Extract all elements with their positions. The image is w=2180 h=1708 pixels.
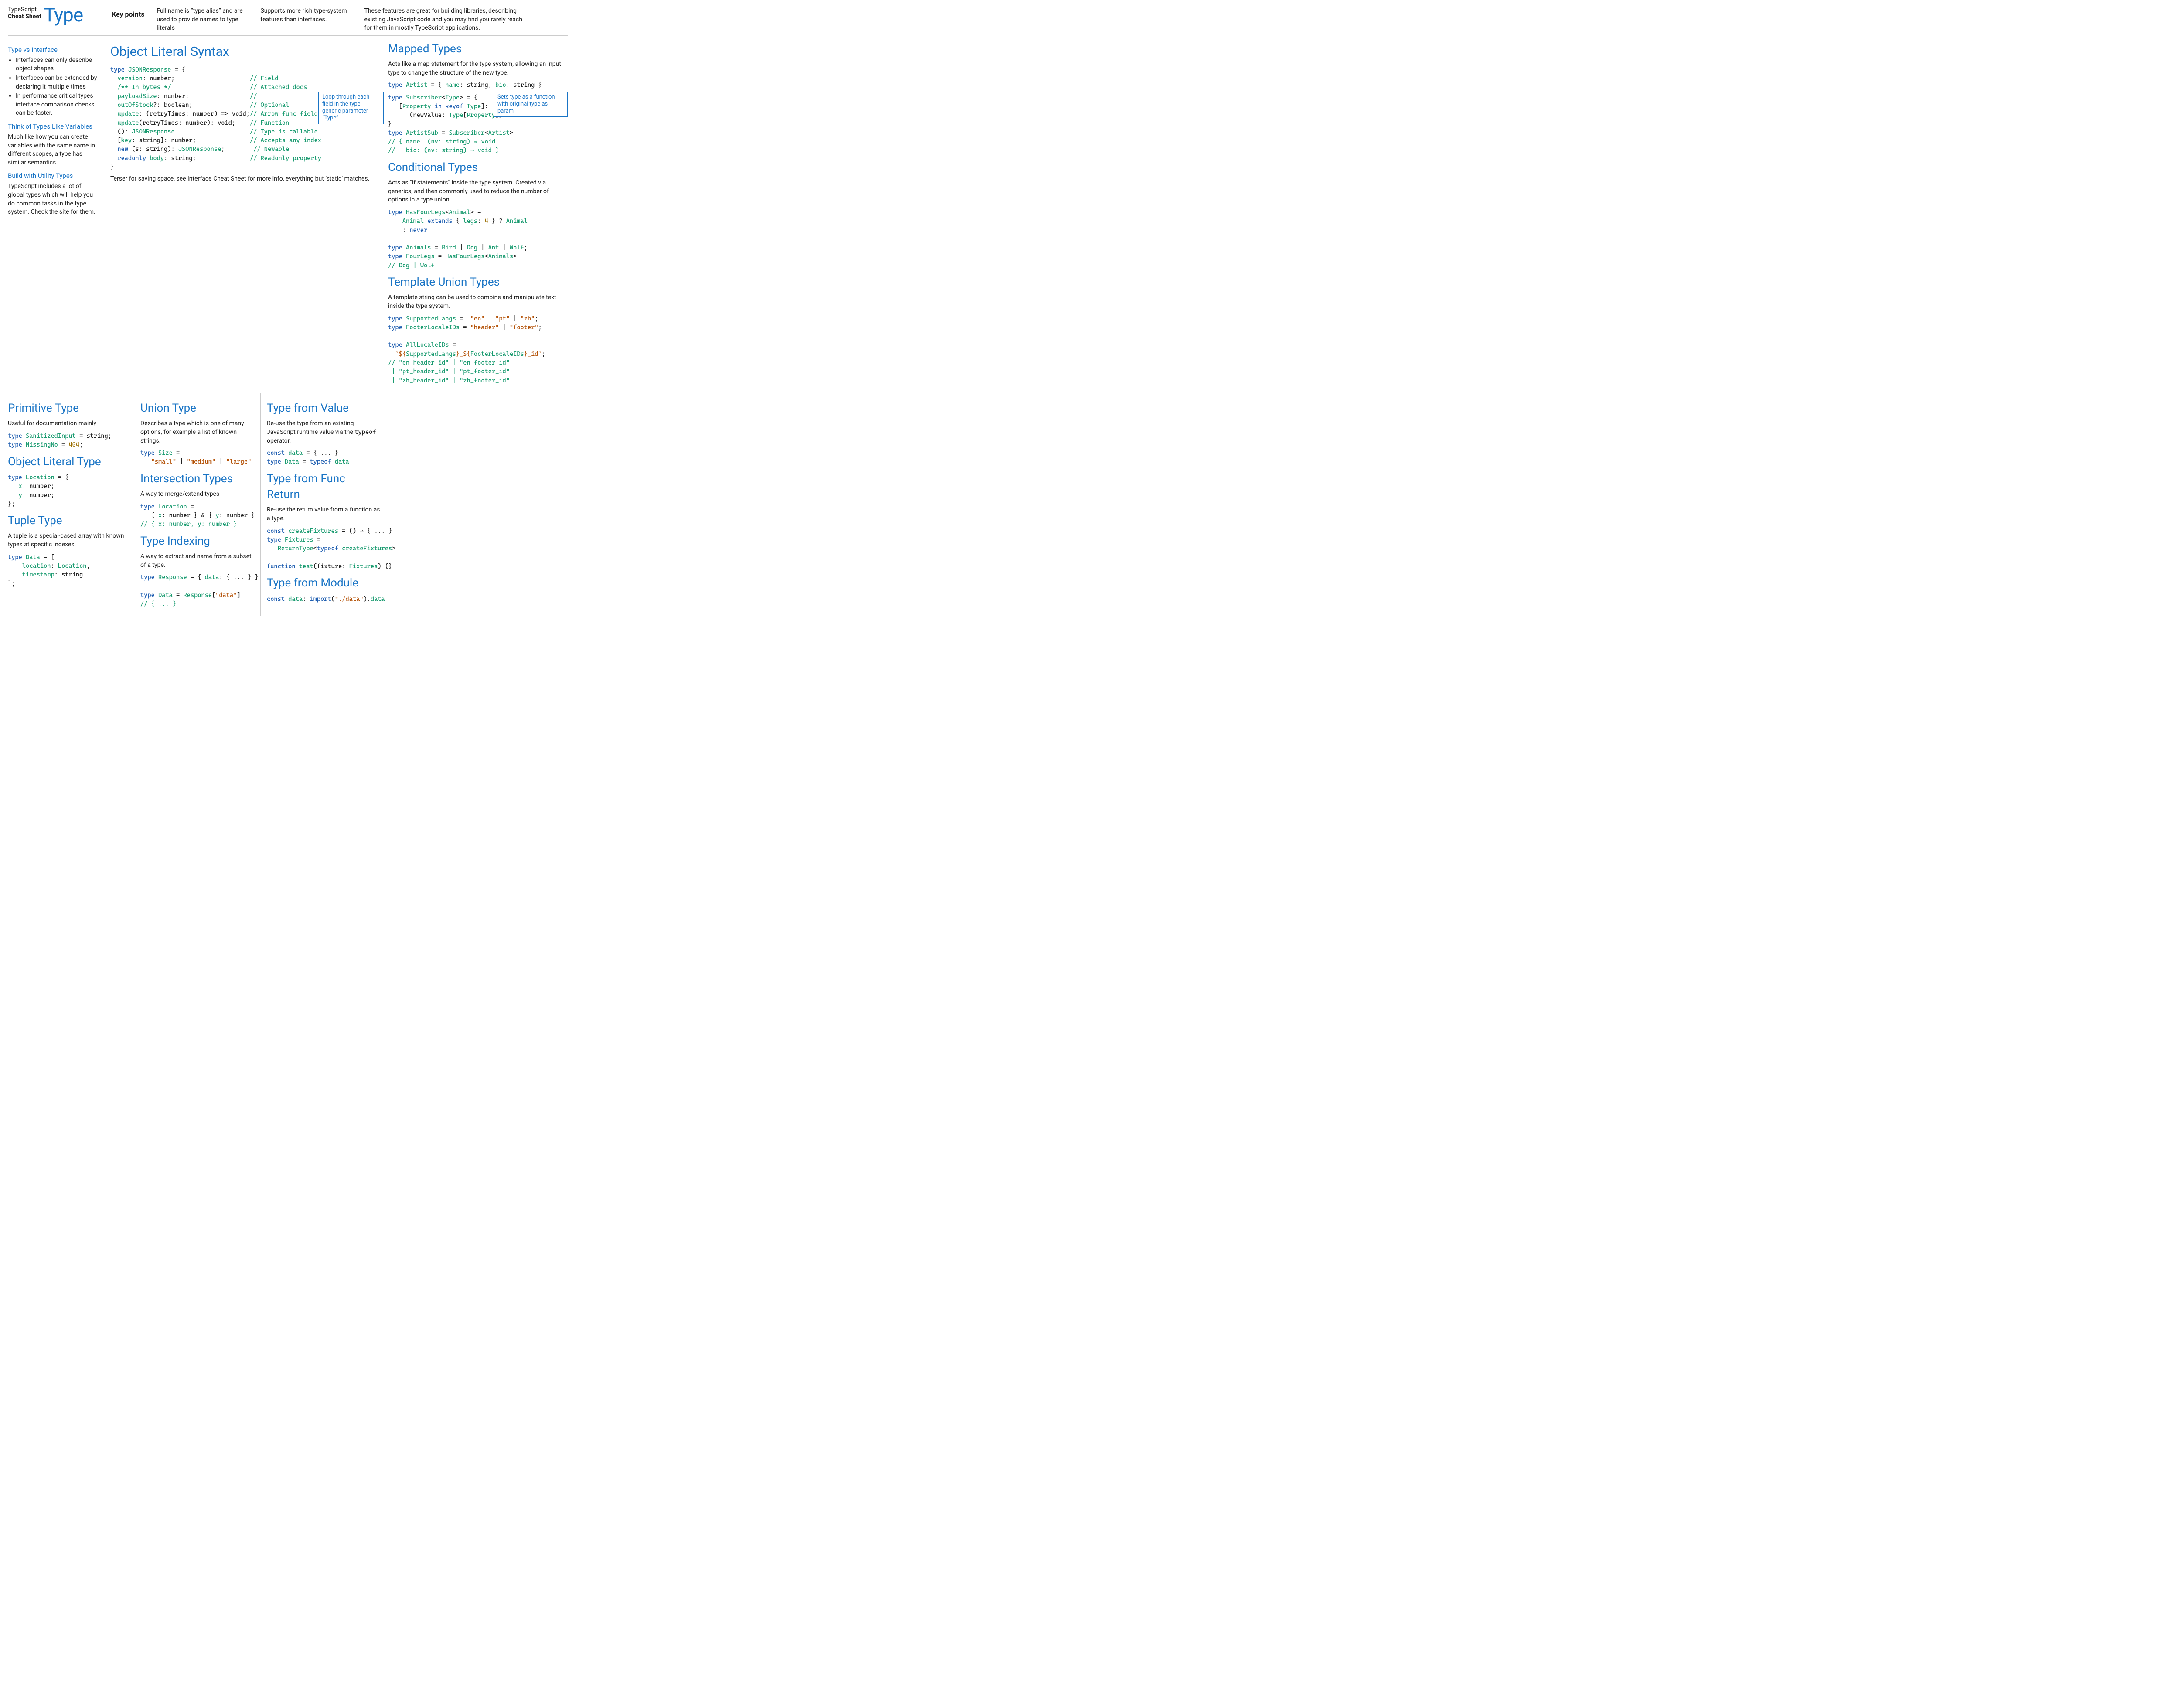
right-column: Mapped Types Acts like a map statement f… (381, 38, 568, 393)
union-column: Union Type Describes a type which is one… (134, 393, 261, 616)
object-literal-type-code: type Location = { x: number; y: number; … (8, 473, 129, 508)
type-vs-interface-title: Type vs Interface (8, 45, 98, 55)
utility-types-body: TypeScript includes a lot of global type… (8, 182, 98, 216)
intersection-types-title: Intersection Types (140, 471, 254, 487)
logo-main: Type (44, 5, 83, 24)
logo-block: TypeScript Cheat Sheet Type (8, 5, 99, 24)
conditional-types-code: type HasFourLegs<Animal> = Animal extend… (388, 208, 568, 270)
key-points-label: Key points (112, 10, 144, 19)
tuple-type-desc: A tuple is a special-cased array with kn… (8, 532, 129, 549)
intersection-types-desc: A way to merge/extend types (140, 490, 254, 499)
conditional-types-title: Conditional Types (388, 160, 568, 175)
type-from-func-return-code: const createFixtures = () ⇒ { ... } type… (267, 527, 381, 571)
artist-type-code: type Artist = { name: string, bio: strin… (388, 81, 568, 89)
type-from-func-return-desc: Re-use the return value from a function … (267, 506, 381, 523)
primitive-type-desc: Useful for documentation mainly (8, 419, 129, 428)
primitive-type-title: Primitive Type (8, 400, 129, 416)
template-union-types-title: Template Union Types (388, 274, 568, 290)
primitive-column: Primitive Type Useful for documentation … (8, 393, 134, 616)
template-union-types-code: type SupportedLangs = "en" | "pt" | "zh"… (388, 314, 568, 385)
type-from-func-return-title: Type from Func Return (267, 471, 381, 503)
object-literal-syntax-footer: Terser for saving space, see Interface C… (110, 175, 374, 184)
sidebar: Type vs Interface Interfaces can only de… (8, 38, 103, 393)
primitive-type-code: type SanitizedInput = string; type Missi… (8, 432, 129, 450)
type-from-module-code: const data: import("./data").data (267, 595, 381, 603)
types-like-variables-body: Much like how you can create variables w… (8, 133, 98, 167)
object-literal-syntax-title: Object Literal Syntax (110, 43, 374, 61)
template-union-types-desc: A template string can be used to combine… (388, 293, 568, 310)
conditional-types-desc: Acts as “if statements” inside the type … (388, 179, 568, 205)
type-vs-interface-list: Interfaces can only describe object shap… (8, 56, 98, 118)
type-indexing-title: Type Indexing (140, 533, 254, 549)
logo-subtitle: TypeScript Cheat Sheet (8, 6, 41, 20)
mapped-annotation-1: Loop through each field in the type gene… (318, 92, 384, 124)
intersection-types-code: type Location = { x: number } & { y: num… (140, 502, 254, 529)
header: TypeScript Cheat Sheet Type Key points F… (8, 3, 568, 36)
mapped-types-title: Mapped Types (388, 41, 568, 57)
tuple-type-title: Tuple Type (8, 513, 129, 528)
type-from-value-title: Type from Value (267, 400, 381, 416)
type-from-value-code: const data = { ... } type Data = typeof … (267, 449, 381, 467)
key-point-1: Full name is “type alias” and are used t… (157, 7, 248, 33)
logo-line2: Cheat Sheet (8, 13, 41, 20)
type-indexing-code: type Response = { data: { ... } } type D… (140, 573, 254, 608)
key-point-2: Supports more rich type-system features … (260, 7, 352, 24)
type-from-module-title: Type from Module (267, 575, 381, 591)
union-type-desc: Describes a type which is one of many op… (140, 419, 254, 445)
tuple-type-code: type Data = [ location: Location, timest… (8, 553, 129, 588)
type-from-value-desc: Re-use the type from an existing JavaScr… (267, 419, 381, 445)
types-like-variables-title: Think of Types Like Variables (8, 122, 98, 131)
union-type-title: Union Type (140, 400, 254, 416)
type-from-column: Type from Value Re-use the type from an … (261, 393, 387, 616)
mapped-types-desc: Acts like a map statement for the type s… (388, 60, 568, 77)
tvi-bullet-1: Interfaces can only describe object shap… (16, 56, 98, 73)
key-point-3: These features are great for building li… (364, 7, 530, 33)
logo-line1: TypeScript (8, 6, 41, 13)
mapped-annotation-2: Sets type as a function with original ty… (494, 92, 568, 117)
union-type-code: type Size = "small" | "medium" | "large" (140, 449, 254, 467)
tvi-bullet-3: In performance critical types interface … (16, 92, 98, 118)
type-indexing-desc: A way to extract and name from a subset … (140, 552, 254, 569)
utility-types-title: Build with Utility Types (8, 171, 98, 181)
object-literal-type-title: Object Literal Type (8, 454, 129, 470)
tvi-bullet-2: Interfaces can be extended by declaring … (16, 74, 98, 91)
